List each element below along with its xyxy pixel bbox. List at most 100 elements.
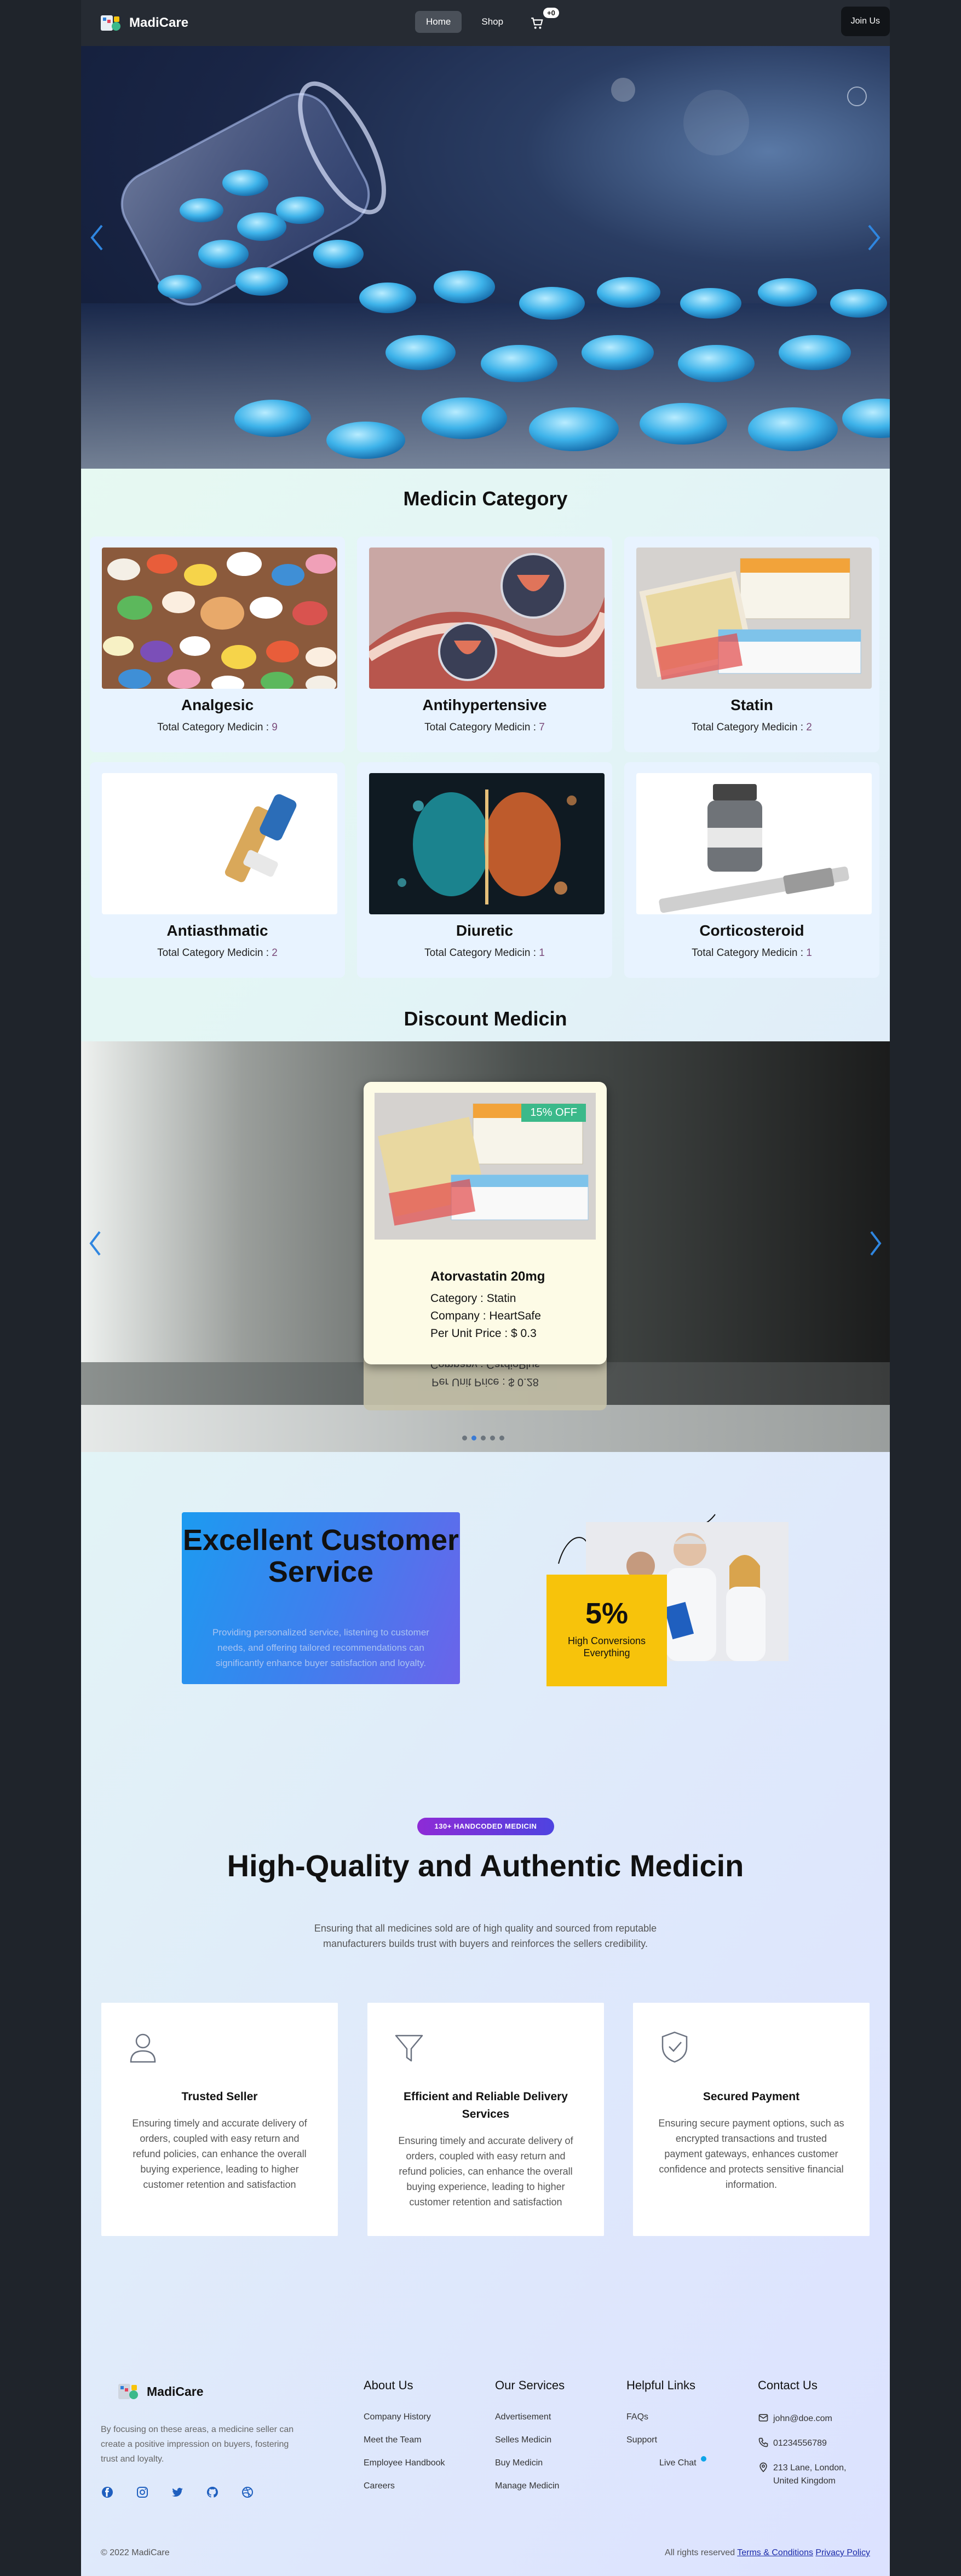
category-image (102, 773, 337, 914)
carousel-dot[interactable] (462, 1436, 467, 1440)
instagram-icon[interactable] (136, 2486, 149, 2499)
category-image (636, 773, 872, 914)
feature-title: Trusted Seller (181, 2090, 258, 2103)
carousel-dot-active[interactable] (471, 1436, 476, 1440)
carousel-dots (462, 1436, 504, 1440)
nav-shop[interactable]: Shop (470, 11, 514, 33)
hero-image (81, 78, 890, 469)
facebook-icon[interactable] (101, 2486, 114, 2499)
product-price: Per Unit Price : $ 0.3 (430, 1327, 537, 1340)
category-card-corticosteroid[interactable]: Corticosteroid Total Category Medicin : … (624, 762, 879, 978)
privacy-link[interactable]: Privacy Policy (815, 2548, 870, 2557)
discount-title: Discount Medicin (404, 1007, 567, 1030)
hero-banner (81, 46, 890, 469)
nav-home[interactable]: Home (415, 11, 462, 33)
discount-product-card[interactable]: 15% OFF Atorvastatin 20mg Category : Sta… (364, 1082, 607, 1364)
carousel-floor-light (81, 1405, 890, 1452)
footer-link[interactable]: Manage Medicin (495, 2481, 565, 2491)
footer-link[interactable]: Employee Handbook (364, 2458, 445, 2468)
category-name: Diuretic (456, 922, 514, 939)
address-text: 213 Lane, London, United Kingdom (773, 2463, 847, 2486)
product-image: 15% OFF (375, 1093, 596, 1240)
twitter-icon[interactable] (171, 2486, 184, 2499)
feature-title: Secured Payment (703, 2090, 800, 2103)
footer-live-chat[interactable]: Live Chat (626, 2456, 706, 2468)
feature-card-delivery: Efficient and Reliable Delivery Services… (367, 2003, 604, 2236)
contact-phone[interactable]: 01234556789 (758, 2437, 855, 2450)
footer-contact-column: Contact Us john@doe.com 01234556789 213 … (758, 2378, 855, 2499)
join-button[interactable]: Join Us (841, 7, 890, 36)
product-name: Atorvastatin 20mg (430, 1269, 545, 1284)
category-count: Total Category Medicin : 7 (424, 722, 545, 733)
discount-next-arrow[interactable] (866, 1228, 885, 1259)
brand[interactable]: MadiCare (97, 12, 188, 34)
service-box: Excellent Customer Service Providing per… (182, 1512, 460, 1684)
category-image (369, 773, 605, 914)
category-card-antiasthmatic[interactable]: Antiasthmatic Total Category Medicin : 2 (90, 762, 345, 978)
phone-icon (758, 2437, 768, 2447)
footer-link[interactable]: Careers (364, 2481, 445, 2491)
footer-link[interactable]: Support (626, 2435, 697, 2445)
cart-badge: +0 (543, 8, 559, 18)
page: MadiCare Home Shop +0 Join Us Medicin Ca… (81, 0, 890, 2576)
category-image (102, 548, 337, 689)
category-name: Antihypertensive (422, 696, 547, 713)
carousel-dot[interactable] (499, 1436, 504, 1440)
service-title: Excellent Customer Service (182, 1524, 459, 1588)
footer-about-column: About Us Company History Meet the Team E… (364, 2378, 445, 2504)
terms-link[interactable]: Terms & Conditions (737, 2548, 813, 2557)
social-links (101, 2486, 254, 2499)
footer-link[interactable]: Company History (364, 2412, 445, 2422)
conversion-label: High Conversions Everything (567, 1635, 646, 1658)
carousel-dot[interactable] (490, 1436, 495, 1440)
footer-link[interactable]: FAQs (626, 2412, 697, 2422)
category-count: Total Category Medicin : 1 (424, 947, 545, 959)
feature-text: Ensuring secure payment options, such as… (658, 2118, 844, 2190)
category-count: Total Category Medicin : 9 (157, 722, 278, 733)
footer-heading: Contact Us (758, 2378, 818, 2392)
feature-card-trusted-seller: Trusted Seller Ensuring timely and accur… (101, 2003, 338, 2236)
contact-email[interactable]: john@doe.com (758, 2412, 855, 2425)
github-icon[interactable] (206, 2486, 219, 2499)
conversion-percent: 5% (585, 1597, 629, 1630)
location-pin-icon (759, 2462, 767, 2473)
dribbble-icon[interactable] (241, 2486, 254, 2499)
discount-carousel: Company : CardioPlus Per Unit Price : $ … (81, 1041, 890, 1452)
logo-icon (97, 12, 124, 34)
feature-title: Efficient and Reliable Delivery Services (404, 2090, 568, 2120)
category-card-statin[interactable]: Statin Total Category Medicin : 2 (624, 537, 879, 752)
copyright: © 2022 MadiCare (101, 2548, 170, 2557)
phone-text: 01234556789 (773, 2439, 827, 2448)
footer-services-column: Our Services Advertisement Selles Medici… (495, 2378, 565, 2504)
discount-prev-arrow[interactable] (85, 1228, 105, 1259)
cart-icon (531, 18, 543, 29)
category-card-antihypertensive[interactable]: Antihypertensive Total Category Medicin … (357, 537, 612, 752)
footer-link[interactable]: Advertisement (495, 2412, 565, 2422)
category-count: Total Category Medicin : 1 (692, 947, 812, 959)
cart-button[interactable]: +0 (530, 8, 559, 32)
live-chat-label: Live Chat (659, 2458, 697, 2468)
navbar: MadiCare Home Shop +0 Join Us (81, 0, 890, 46)
hero-play-button[interactable] (847, 87, 867, 106)
live-indicator-icon (701, 2456, 706, 2462)
category-count: Total Category Medicin : 2 (692, 722, 812, 733)
category-card-diuretic[interactable]: Diuretic Total Category Medicin : 1 (357, 762, 612, 978)
footer-brand[interactable]: MadiCare (115, 2381, 204, 2402)
hero-next-arrow[interactable] (862, 221, 884, 254)
user-icon (130, 2033, 156, 2063)
category-count: Total Category Medicin : 2 (157, 947, 278, 959)
discount-badge: 15% OFF (521, 1104, 586, 1122)
brand-name: MadiCare (129, 15, 189, 30)
footer-legal: All rights reserved Terms & Conditions P… (665, 2548, 870, 2558)
ghost-price: Per Unit Price : $ 0.28 (431, 1376, 539, 1388)
carousel-dot[interactable] (481, 1436, 486, 1440)
footer-link[interactable]: Meet the Team (364, 2435, 445, 2445)
footer-link[interactable]: Buy Medicin (495, 2458, 565, 2468)
email-text: john@doe.com (773, 2414, 832, 2423)
service-text: Providing personalized service, listenin… (212, 1627, 429, 1668)
footer-link[interactable]: Selles Medicin (495, 2435, 565, 2445)
category-card-analgesic[interactable]: Analgesic Total Category Medicin : 9 (90, 537, 345, 752)
footer-description: By focusing on these areas, a medicine s… (101, 2425, 294, 2464)
contact-address: 213 Lane, London, United Kingdom (758, 2462, 855, 2488)
hero-prev-arrow[interactable] (87, 221, 108, 254)
